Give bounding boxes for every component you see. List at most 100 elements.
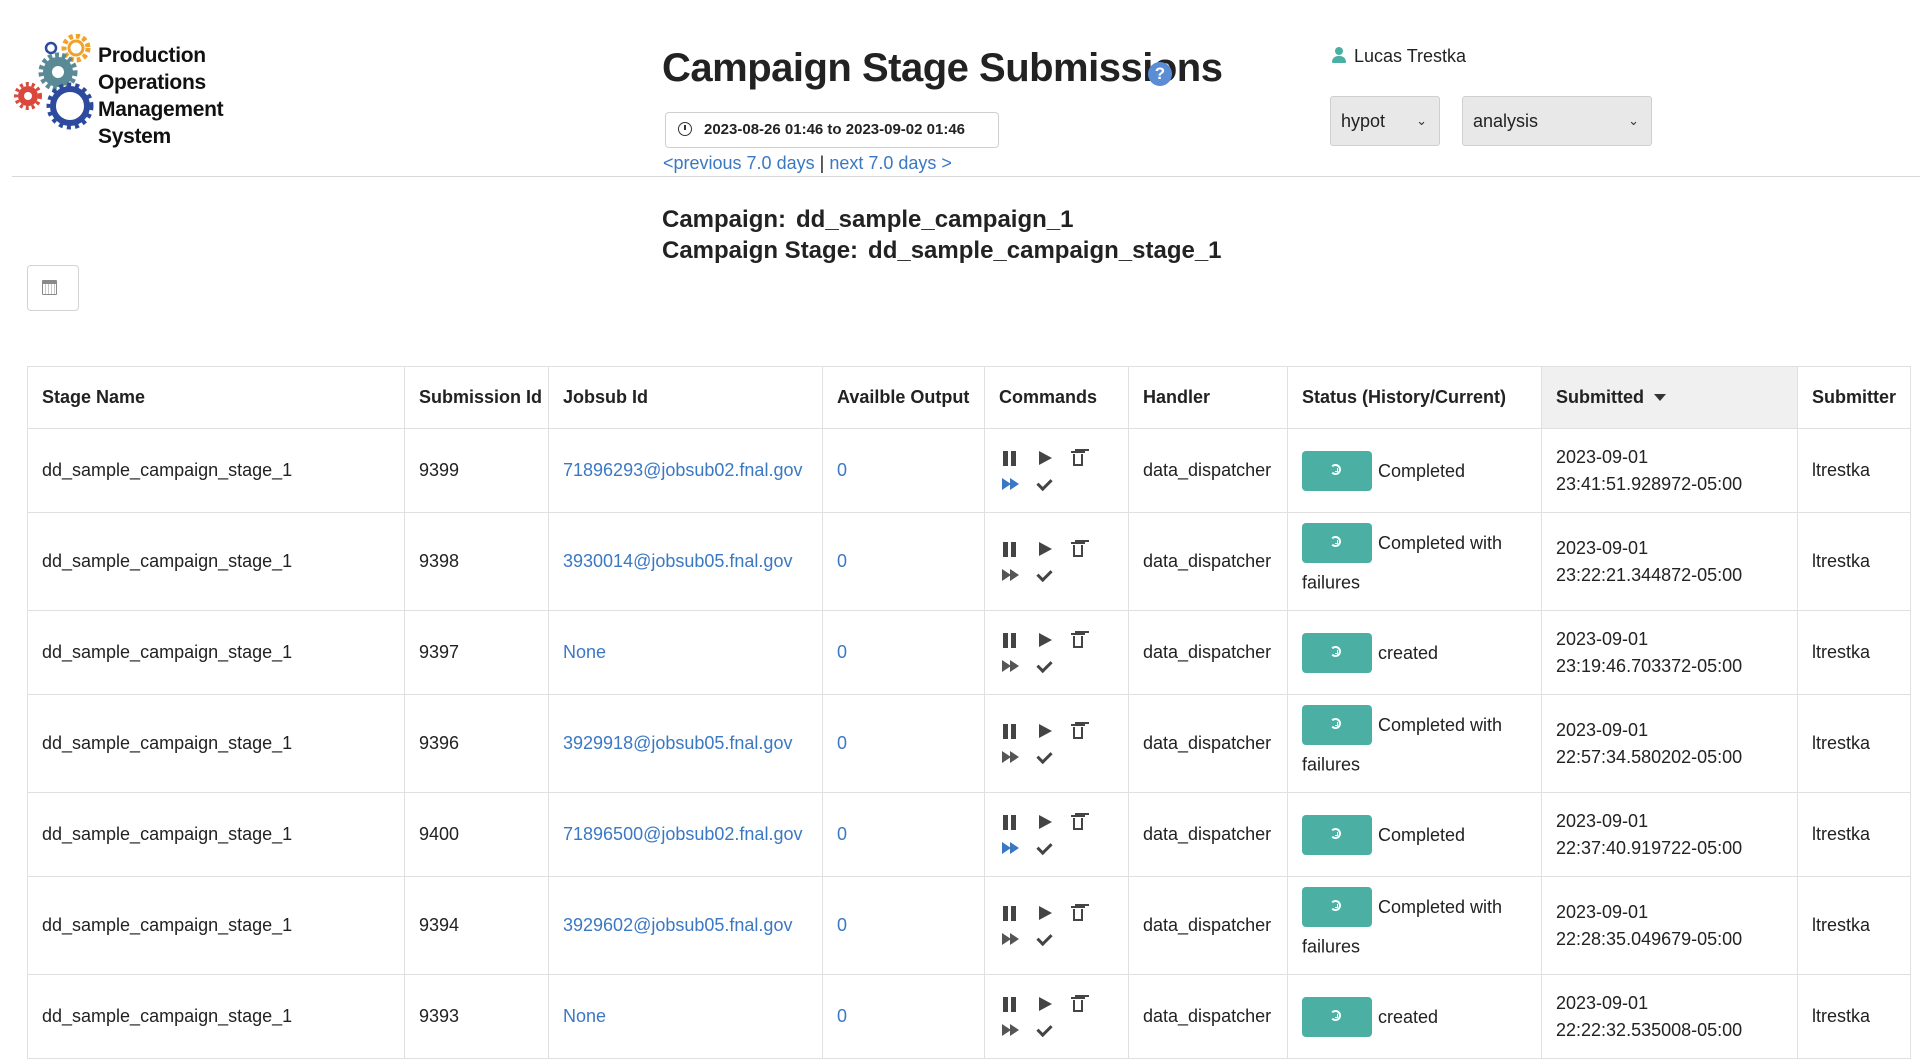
- trash-icon[interactable]: [1067, 993, 1089, 1015]
- previous-days-link[interactable]: <previous 7.0 days: [663, 153, 815, 173]
- play-icon[interactable]: [1033, 902, 1055, 924]
- status-history-button[interactable]: [1302, 996, 1372, 1037]
- play-icon[interactable]: [1033, 447, 1055, 469]
- jobsub-id-link[interactable]: 71896500@jobsub02.fnal.gov: [548, 792, 823, 877]
- check-icon[interactable]: [1033, 655, 1055, 677]
- submissions-table: Stage Name Submission Id Jobsub Id Avail…: [27, 366, 1911, 1059]
- user-menu[interactable]: Lucas Trestka: [1332, 46, 1466, 67]
- jobsub-id-link[interactable]: 71896293@jobsub02.fnal.gov: [548, 428, 823, 513]
- column-header-submitted[interactable]: Submitted: [1541, 366, 1798, 429]
- submitted-time: 22:28:35.049679-05:00: [1556, 928, 1743, 949]
- column-header-commands[interactable]: Commands: [984, 366, 1129, 429]
- commands-cell: [984, 792, 1129, 877]
- available-output-link[interactable]: 0: [822, 428, 985, 513]
- campaign-info: Campaign: dd_sample_campaign_1 Campaign S…: [662, 204, 1222, 266]
- pause-icon[interactable]: [999, 720, 1021, 742]
- commands-cell: [984, 694, 1129, 793]
- handler-cell: data_dispatcher: [1128, 610, 1288, 695]
- column-header-handler[interactable]: Handler: [1128, 366, 1288, 429]
- check-icon[interactable]: [1033, 928, 1055, 950]
- pause-icon[interactable]: [999, 629, 1021, 651]
- trash-icon[interactable]: [1067, 902, 1089, 924]
- trash-icon[interactable]: [1067, 629, 1089, 651]
- table-body: dd_sample_campaign_stage_1 9399 71896293@j…: [27, 428, 1911, 1059]
- role-select[interactable]: analysis ⌄: [1462, 96, 1652, 146]
- header-divider: [12, 176, 1920, 177]
- commands-cell: [984, 428, 1129, 513]
- user-icon: [1332, 47, 1346, 63]
- submitted-cell: 2023-09-01 23:19:46.703372-05:00: [1541, 610, 1798, 695]
- calendar-button[interactable]: [27, 265, 79, 311]
- submitted-cell: 2023-09-01 22:22:32.535008-05:00: [1541, 974, 1798, 1059]
- available-output-link[interactable]: 0: [822, 876, 985, 975]
- pause-icon[interactable]: [999, 993, 1021, 1015]
- help-icon[interactable]: ?: [1148, 62, 1172, 86]
- fast-forward-icon[interactable]: [999, 1019, 1021, 1041]
- pause-icon[interactable]: [999, 902, 1021, 924]
- jobsub-id-link[interactable]: 3929918@jobsub05.fnal.gov: [548, 694, 823, 793]
- column-header-status[interactable]: Status (History/Current): [1287, 366, 1542, 429]
- submitted-cell: 2023-09-01 23:22:21.344872-05:00: [1541, 512, 1798, 611]
- available-output-link[interactable]: 0: [822, 792, 985, 877]
- table-row: dd_sample_campaign_stage_1 9393 None 0 data_…: [27, 974, 1911, 1059]
- status-history-button[interactable]: [1302, 704, 1372, 745]
- available-output-link[interactable]: 0: [822, 610, 985, 695]
- date-range-picker[interactable]: 2023-08-26 01:46 to 2023-09-02 01:46: [665, 112, 999, 148]
- status-cell: Completed: [1287, 792, 1542, 877]
- fast-forward-icon[interactable]: [999, 655, 1021, 677]
- check-icon[interactable]: [1033, 564, 1055, 586]
- play-icon[interactable]: [1033, 629, 1055, 651]
- submitter-cell: ltrestka: [1797, 428, 1911, 513]
- trash-icon[interactable]: [1067, 447, 1089, 469]
- column-header-submission-id[interactable]: Submission Id: [404, 366, 549, 429]
- trash-icon[interactable]: [1067, 811, 1089, 833]
- play-icon[interactable]: [1033, 811, 1055, 833]
- status-history-button[interactable]: [1302, 450, 1372, 491]
- available-output-link[interactable]: 0: [822, 512, 985, 611]
- status-history-button[interactable]: [1302, 632, 1372, 673]
- jobsub-id-link[interactable]: 3929602@jobsub05.fnal.gov: [548, 876, 823, 975]
- fast-forward-icon[interactable]: [999, 837, 1021, 859]
- jobsub-id-link[interactable]: None: [548, 974, 823, 1059]
- play-icon[interactable]: [1033, 538, 1055, 560]
- submitter-cell: ltrestka: [1797, 792, 1911, 877]
- submitted-date: 2023-09-01: [1556, 810, 1649, 831]
- pause-icon[interactable]: [999, 447, 1021, 469]
- check-icon[interactable]: [1033, 746, 1055, 768]
- status-history-button[interactable]: [1302, 814, 1372, 855]
- column-header-submitter[interactable]: Submitter: [1797, 366, 1911, 429]
- jobsub-id-link[interactable]: 3930014@jobsub05.fnal.gov: [548, 512, 823, 611]
- next-days-link[interactable]: next 7.0 days >: [829, 153, 952, 173]
- play-icon[interactable]: [1033, 993, 1055, 1015]
- status-history-button[interactable]: [1302, 886, 1372, 927]
- submission-id-cell: 9400: [404, 792, 549, 877]
- history-icon: [1330, 899, 1341, 911]
- table-row: dd_sample_campaign_stage_1 9394 3929602@jo…: [27, 876, 1911, 975]
- stage-name-cell: dd_sample_campaign_stage_1: [27, 610, 405, 695]
- experiment-select[interactable]: hypot ⌄: [1330, 96, 1440, 146]
- check-icon[interactable]: [1033, 1019, 1055, 1041]
- handler-cell: data_dispatcher: [1128, 876, 1288, 975]
- check-icon[interactable]: [1033, 473, 1055, 495]
- status-history-button[interactable]: [1302, 522, 1372, 563]
- submitted-date: 2023-09-01: [1556, 719, 1649, 740]
- fast-forward-icon[interactable]: [999, 928, 1021, 950]
- pause-icon[interactable]: [999, 811, 1021, 833]
- available-output-link[interactable]: 0: [822, 694, 985, 793]
- trash-icon[interactable]: [1067, 720, 1089, 742]
- pause-icon[interactable]: [999, 538, 1021, 560]
- play-icon[interactable]: [1033, 720, 1055, 742]
- gears-logo-icon: [14, 34, 94, 130]
- fast-forward-icon[interactable]: [999, 473, 1021, 495]
- logo-line: Production: [98, 44, 206, 67]
- column-header-available-output[interactable]: Availble Output: [822, 366, 985, 429]
- fast-forward-icon[interactable]: [999, 564, 1021, 586]
- column-header-stage-name[interactable]: Stage Name: [27, 366, 405, 429]
- trash-icon[interactable]: [1067, 538, 1089, 560]
- logo-line: Management: [98, 98, 224, 121]
- jobsub-id-link[interactable]: None: [548, 610, 823, 695]
- available-output-link[interactable]: 0: [822, 974, 985, 1059]
- column-header-jobsub-id[interactable]: Jobsub Id: [548, 366, 823, 429]
- fast-forward-icon[interactable]: [999, 746, 1021, 768]
- check-icon[interactable]: [1033, 837, 1055, 859]
